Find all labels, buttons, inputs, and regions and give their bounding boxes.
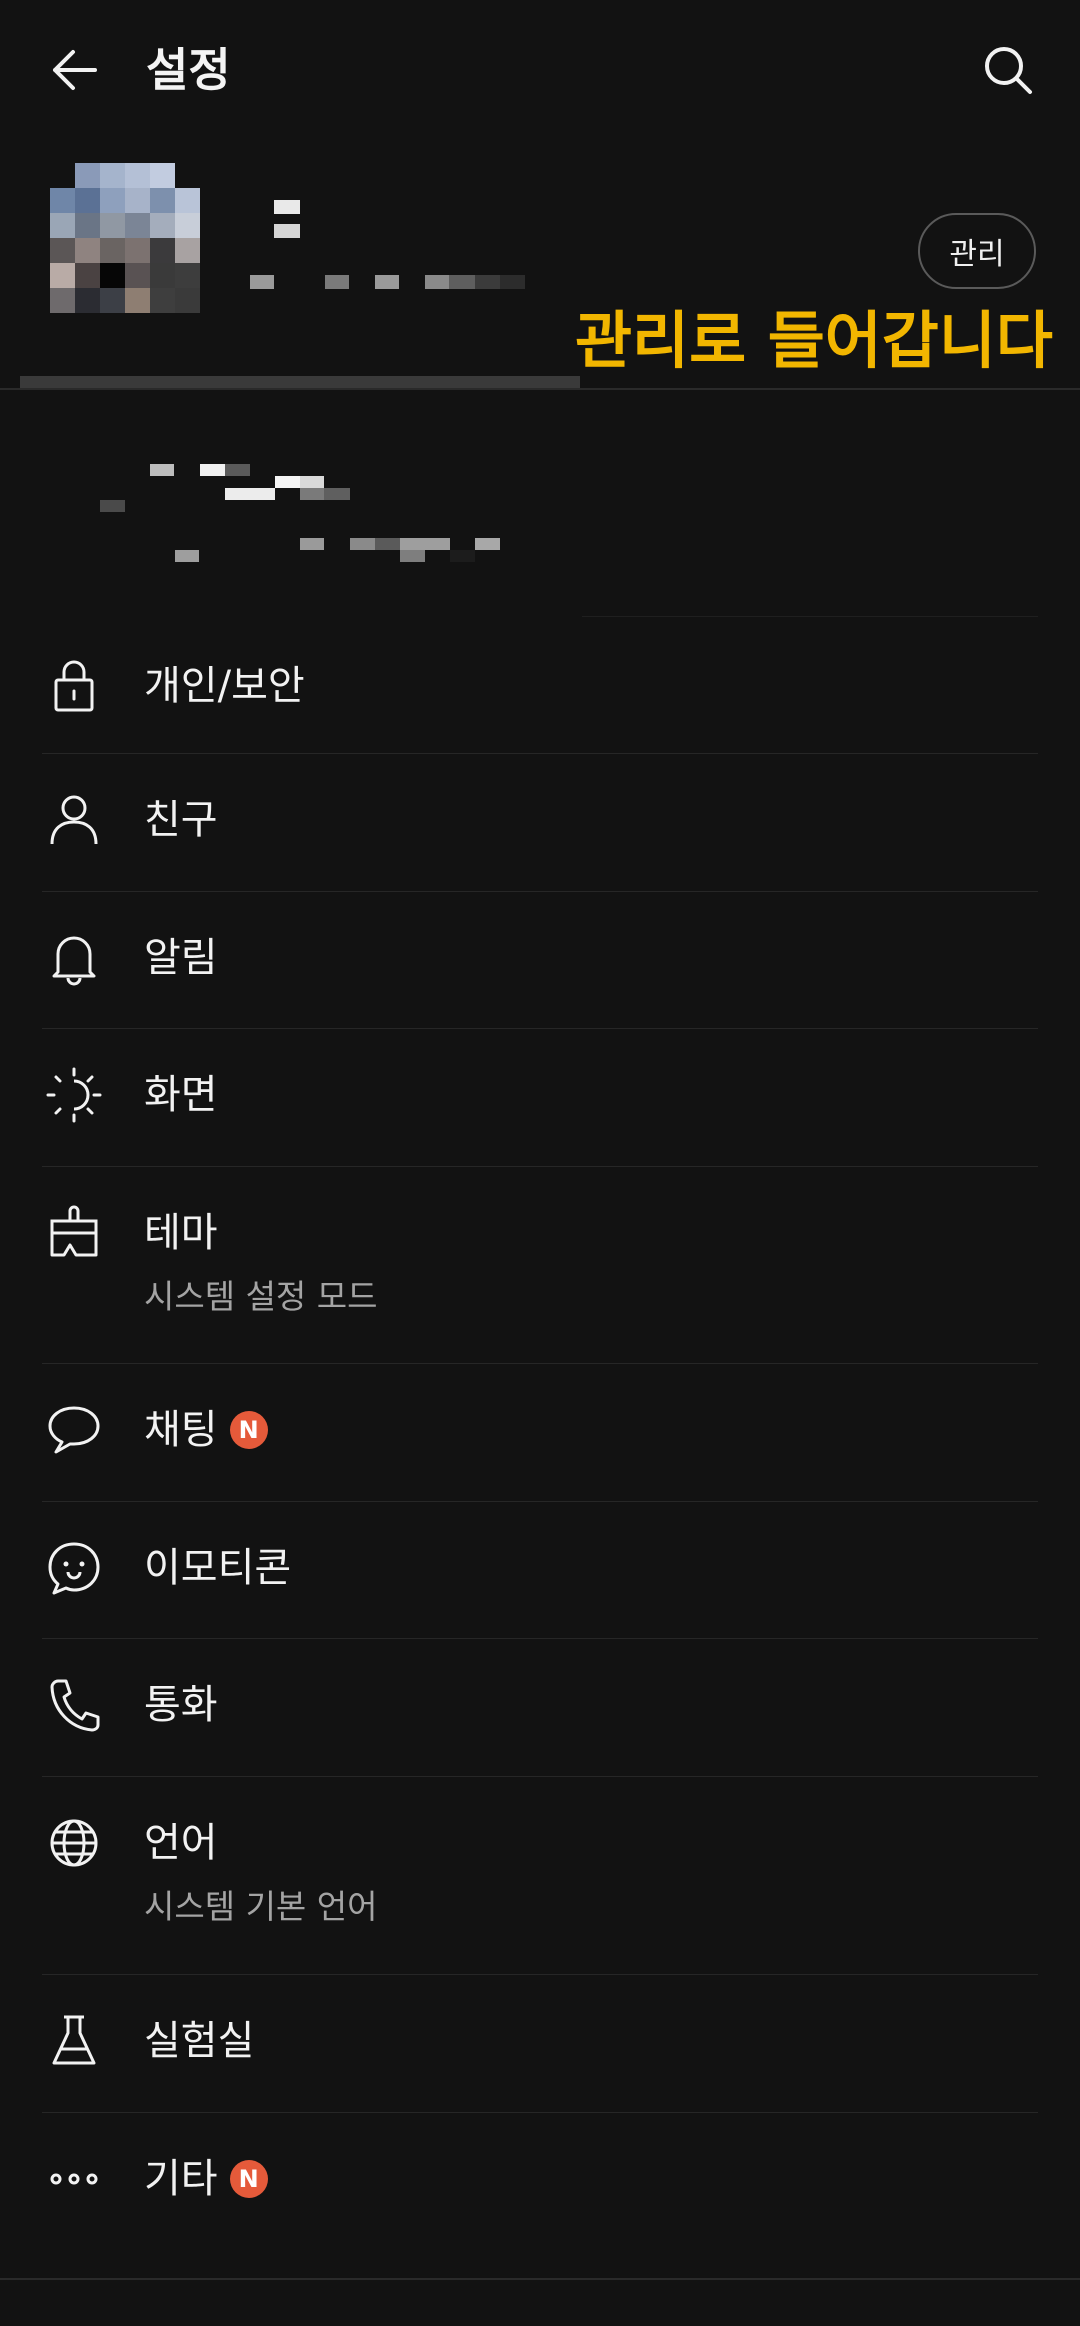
menu-item-label-text: 채팅 bbox=[144, 1407, 218, 1453]
settings-menu: 개인/보안 친구 알림 화면 테마 시스템 설정 모드 채팅 N 이모티콘 통화… bbox=[0, 620, 1080, 2251]
menu-item-label: 친구 bbox=[144, 797, 218, 843]
menu-item-more[interactable]: 기타 N bbox=[0, 2113, 1080, 2251]
flask-icon bbox=[44, 2011, 104, 2071]
new-badge: N bbox=[229, 1411, 268, 1449]
menu-item-label: 기타 N bbox=[144, 2151, 268, 2207]
menu-item-friends[interactable]: 친구 bbox=[0, 754, 1080, 892]
profile-section[interactable]: 관리 관리로 들어갑니다 bbox=[0, 145, 1080, 390]
search-button[interactable] bbox=[974, 36, 1042, 104]
menu-item-emoticons[interactable]: 이모티콘 bbox=[0, 1502, 1080, 1639]
menu-item-privacy-security[interactable]: 개인/보안 bbox=[0, 620, 1080, 754]
menu-item-label: 이모티콘 bbox=[144, 1545, 292, 1591]
new-badge: N bbox=[229, 2160, 268, 2198]
page-title: 설정 bbox=[146, 43, 231, 97]
menu-item-notifications[interactable]: 알림 bbox=[0, 892, 1080, 1029]
person-icon bbox=[44, 790, 104, 850]
menu-item-label: 개인/보안 bbox=[144, 663, 305, 709]
horizontal-scrollbar[interactable] bbox=[20, 376, 580, 388]
menu-item-label: 실험실 bbox=[144, 2018, 255, 2064]
menu-item-label: 언어 bbox=[144, 1820, 218, 1866]
more-dots-icon bbox=[44, 2149, 104, 2209]
lock-icon bbox=[44, 656, 104, 716]
annotation-text: 관리로 들어갑니다 bbox=[575, 304, 1053, 377]
menu-item-language[interactable]: 언어 시스템 기본 언어 bbox=[0, 1777, 1080, 1975]
menu-item-call[interactable]: 통화 bbox=[0, 1639, 1080, 1777]
divider bbox=[582, 616, 1038, 617]
menu-item-theme[interactable]: 테마 시스템 설정 모드 bbox=[0, 1167, 1080, 1364]
menu-item-label: 채팅 N bbox=[144, 1402, 268, 1458]
manage-button[interactable]: 관리 bbox=[918, 213, 1036, 289]
blurred-info-area bbox=[0, 390, 1080, 616]
avatar bbox=[50, 163, 200, 313]
back-button[interactable] bbox=[40, 36, 108, 104]
profile-name-blurred bbox=[274, 200, 304, 240]
menu-item-display[interactable]: 화면 bbox=[0, 1029, 1080, 1167]
menu-item-label-text: 기타 bbox=[144, 2156, 218, 2202]
bell-icon bbox=[44, 928, 104, 988]
theme-brush-icon bbox=[44, 1203, 104, 1263]
menu-item-label: 테마 bbox=[144, 1210, 218, 1256]
display-icon bbox=[44, 1065, 104, 1125]
globe-icon bbox=[44, 1813, 104, 1873]
search-icon bbox=[985, 47, 1032, 94]
menu-item-label: 통화 bbox=[144, 1682, 218, 1728]
emoticon-icon bbox=[44, 1538, 104, 1598]
menu-item-label: 알림 bbox=[144, 935, 218, 981]
menu-item-chat[interactable]: 채팅 N bbox=[0, 1364, 1080, 1502]
menu-item-label: 화면 bbox=[144, 1072, 218, 1118]
menu-item-sublabel: 시스템 설정 모드 bbox=[144, 1277, 378, 1316]
menu-item-labs[interactable]: 실험실 bbox=[0, 1975, 1080, 2113]
arrow-left-icon bbox=[53, 50, 97, 90]
chat-bubble-icon bbox=[44, 1400, 104, 1460]
app-header: 설정 bbox=[0, 0, 1080, 145]
divider bbox=[0, 2278, 1080, 2280]
phone-icon bbox=[44, 1675, 104, 1735]
profile-status-blurred bbox=[50, 275, 525, 289]
menu-item-sublabel: 시스템 기본 언어 bbox=[144, 1887, 378, 1926]
